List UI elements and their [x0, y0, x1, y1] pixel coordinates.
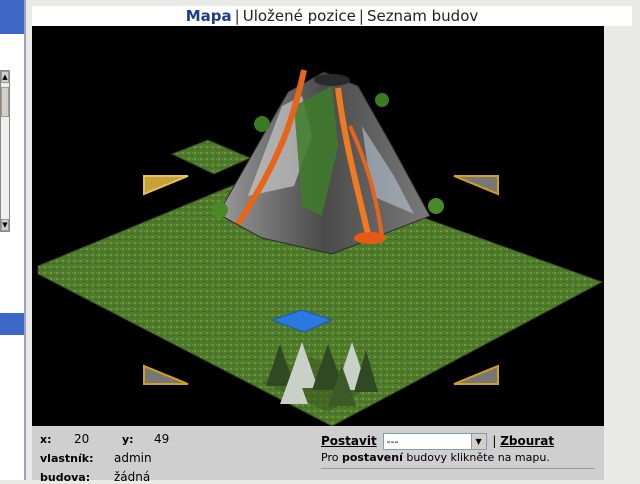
- hint-bold: postavení: [341, 451, 403, 464]
- x-value: 20: [74, 432, 90, 446]
- tab-separator: |: [358, 7, 364, 25]
- y-label: y:: [122, 433, 134, 446]
- demolish-link[interactable]: Zbourat: [500, 434, 554, 448]
- build-link[interactable]: Postavit: [321, 434, 377, 448]
- map-tabs: Mapa | Uložené pozice | Seznam budov: [32, 6, 632, 26]
- tile-info-panel: x: 20 y: 49 vlastník: admin budova: žádn…: [32, 426, 604, 484]
- build-hint: Pro postavení budovy klikněte na mapu.: [321, 451, 550, 464]
- building-select-value: ---: [386, 435, 399, 448]
- nav-arrow-sw-icon[interactable]: [143, 364, 189, 385]
- map-panel: Mapa | Uložené pozice | Seznam budov x: …: [26, 0, 640, 484]
- build-controls: Postavit --- ▼ | Zbourat: [321, 433, 554, 450]
- owner-value: admin: [114, 451, 152, 465]
- scroll-up-icon[interactable]: ▲: [1, 71, 9, 83]
- dropdown-arrow-icon[interactable]: ▼: [470, 434, 486, 449]
- sidebar-section-bar: [0, 313, 24, 335]
- sidebar-header-bar: [0, 0, 24, 34]
- scroll-down-icon[interactable]: ▼: [1, 219, 9, 231]
- building-select[interactable]: --- ▼: [382, 433, 487, 450]
- sidebar-strip: ▲ ▼: [0, 0, 24, 480]
- nav-arrow-ne-icon[interactable]: [453, 175, 499, 196]
- grass-tile-small[interactable]: [170, 139, 252, 175]
- sidebar-scrollbar[interactable]: ▲ ▼: [0, 70, 10, 232]
- scroll-thumb[interactable]: [1, 87, 9, 117]
- hint-pre: Pro: [321, 451, 342, 464]
- tab-saved-positions[interactable]: Uložené pozice: [243, 7, 356, 25]
- game-map[interactable]: [32, 26, 604, 426]
- tab-building-list[interactable]: Seznam budov: [367, 7, 478, 25]
- panel-right-edge: [604, 26, 632, 480]
- owner-label: vlastník:: [40, 452, 94, 465]
- divider: [321, 468, 595, 469]
- build-separator: |: [492, 434, 497, 448]
- nav-arrow-nw-icon[interactable]: [143, 175, 189, 196]
- tab-separator: |: [234, 7, 240, 25]
- x-label: x:: [40, 433, 52, 446]
- y-value: 49: [154, 432, 170, 446]
- nav-arrow-se-icon[interactable]: [453, 364, 499, 385]
- map-canvas[interactable]: [32, 26, 604, 426]
- tab-map[interactable]: Mapa: [186, 7, 232, 25]
- hint-post: budovy klikněte na mapu.: [402, 451, 550, 464]
- building-value: žádná: [114, 470, 151, 484]
- building-label: budova:: [40, 471, 91, 484]
